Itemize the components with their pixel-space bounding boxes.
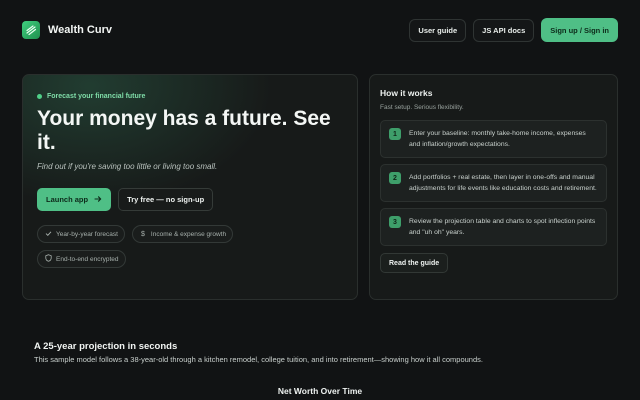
launch-app-label: Launch app <box>46 195 89 204</box>
eyebrow-text: Forecast your financial future <box>47 93 146 100</box>
step-text: Enter your baseline: monthly take-home i… <box>409 130 586 148</box>
user-guide-button[interactable]: User guide <box>409 18 467 42</box>
feature-chip: Year-by-year forecast <box>37 225 125 243</box>
api-docs-button[interactable]: JS API docs <box>473 18 535 42</box>
feature-chip: End-to-end encrypted <box>37 250 126 268</box>
hero-actions: Launch app Try free — no sign-up <box>37 188 343 211</box>
how-title: How it works <box>380 88 433 98</box>
chart-title: Net Worth Over Time <box>277 386 363 396</box>
hero-eyebrow: Forecast your financial future <box>37 93 343 100</box>
chip-label: Year-by-year forecast <box>56 230 118 238</box>
steps-list: 1 Enter your baseline: monthly take-home… <box>380 120 607 246</box>
step-item: 1 Enter your baseline: monthly take-home… <box>380 120 607 158</box>
read-guide-button[interactable]: Read the guide <box>380 253 449 273</box>
step-number: 1 <box>389 128 401 140</box>
feature-chip: $ Income & expense growth <box>131 225 234 243</box>
feature-chips: Year-by-year forecast $ Income & expense… <box>37 225 277 268</box>
projection-title: A 25-year projection in seconds <box>34 341 178 352</box>
step-text: Review the projection table and charts t… <box>409 218 596 236</box>
projection-subtitle: This sample model follows a 38-year-old … <box>34 355 483 364</box>
try-free-button[interactable]: Try free — no sign-up <box>118 188 214 211</box>
hero-subtitle: Find out if you're saving too little or … <box>37 162 218 171</box>
check-icon <box>44 230 52 239</box>
chip-label: Income & expense growth <box>150 230 227 238</box>
chip-label: End-to-end encrypted <box>56 255 119 263</box>
top-nav: User guide JS API docs Sign up / Sign in <box>409 18 618 42</box>
launch-app-button[interactable]: Launch app <box>37 188 112 211</box>
top-header: Wealth Curv User guide JS API docs Sign … <box>0 0 640 60</box>
how-it-works-card: How it works Fast setup. Serious flexibi… <box>369 74 618 300</box>
step-item: 3 Review the projection table and charts… <box>380 208 607 246</box>
dollar-icon: $ <box>140 230 145 238</box>
brand[interactable]: Wealth Curv <box>22 21 112 39</box>
brand-name: Wealth Curv <box>48 24 112 36</box>
status-dot-icon <box>37 94 42 99</box>
chart-line-icon <box>22 21 40 39</box>
how-subtitle: Fast setup. Serious flexibility. <box>380 104 464 111</box>
arrow-right-icon <box>94 195 102 205</box>
hero-title: Your money has a future. See it. <box>37 107 331 154</box>
step-text: Add portfolios + real estate, then layer… <box>409 174 597 192</box>
step-item: 2 Add portfolios + real estate, then lay… <box>380 164 607 202</box>
sign-in-button[interactable]: Sign up / Sign in <box>541 18 618 42</box>
shield-icon <box>44 254 52 264</box>
hero-card: Forecast your financial future Your mone… <box>22 74 358 300</box>
step-number: 3 <box>389 216 401 228</box>
step-number: 2 <box>389 172 401 184</box>
